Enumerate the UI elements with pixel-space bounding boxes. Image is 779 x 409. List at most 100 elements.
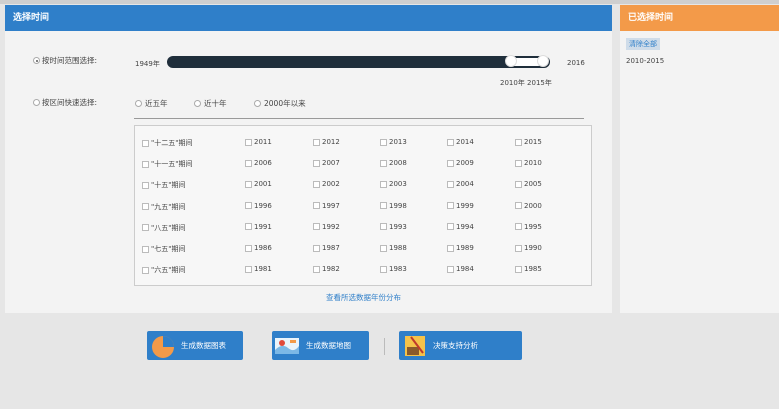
- quick-option-radio[interactable]: [194, 100, 201, 107]
- checkbox-box[interactable]: [142, 245, 149, 253]
- year-checkbox[interactable]: 2001: [245, 180, 272, 188]
- checkbox-box[interactable]: [515, 138, 522, 146]
- view-year-distribution-link[interactable]: 查看所选数据年份分布: [326, 292, 401, 303]
- year-checkbox[interactable]: 2014: [447, 138, 474, 146]
- period-checkbox[interactable]: "七五"期间: [142, 244, 185, 254]
- year-checkbox[interactable]: 2007: [313, 159, 340, 167]
- checkbox-box[interactable]: [313, 265, 320, 273]
- year-checkbox[interactable]: 1987: [313, 244, 340, 252]
- checkbox-box[interactable]: [447, 180, 454, 188]
- period-checkbox[interactable]: "十五"期间: [142, 180, 185, 190]
- year-checkbox[interactable]: 2011: [245, 138, 272, 146]
- year-checkbox[interactable]: 1992: [313, 223, 340, 231]
- generate-map-button[interactable]: 生成数据地图: [272, 331, 369, 360]
- year-checkbox[interactable]: 2008: [380, 159, 407, 167]
- year-checkbox[interactable]: 2010: [515, 159, 542, 167]
- year-checkbox[interactable]: 2013: [380, 138, 407, 146]
- checkbox-box[interactable]: [380, 265, 387, 273]
- quick-radio[interactable]: [33, 99, 40, 106]
- period-checkbox[interactable]: "八五"期间: [142, 223, 185, 233]
- checkbox-box[interactable]: [142, 266, 149, 274]
- checkbox-box[interactable]: [515, 265, 522, 273]
- year-checkbox[interactable]: 1981: [245, 265, 272, 273]
- year-checkbox[interactable]: 1982: [313, 265, 340, 273]
- checkbox-box[interactable]: [447, 265, 454, 273]
- year-checkbox[interactable]: 2002: [313, 180, 340, 188]
- checkbox-box[interactable]: [380, 138, 387, 146]
- checkbox-box[interactable]: [142, 160, 149, 168]
- range-select-row[interactable]: 按时间范围选择:: [33, 55, 97, 66]
- checkbox-box[interactable]: [313, 223, 320, 231]
- clear-all-button[interactable]: 清除全部: [626, 38, 660, 50]
- period-checkbox[interactable]: "九五"期间: [142, 202, 185, 212]
- checkbox-box[interactable]: [142, 203, 149, 211]
- checkbox-box[interactable]: [313, 244, 320, 252]
- year-checkbox[interactable]: 1999: [447, 202, 474, 210]
- quick-option-radio[interactable]: [135, 100, 142, 107]
- checkbox-box[interactable]: [142, 224, 149, 232]
- year-checkbox[interactable]: 1983: [380, 265, 407, 273]
- slider-start-handle[interactable]: [505, 55, 517, 67]
- checkbox-box[interactable]: [447, 223, 454, 231]
- quick-option-since-2000[interactable]: 2000年以来: [254, 98, 306, 109]
- year-checkbox[interactable]: 1989: [447, 244, 474, 252]
- checkbox-box[interactable]: [245, 159, 252, 167]
- checkbox-box[interactable]: [447, 202, 454, 210]
- year-checkbox[interactable]: 1997: [313, 202, 340, 210]
- checkbox-box[interactable]: [245, 202, 252, 210]
- year-checkbox[interactable]: 1993: [380, 223, 407, 231]
- year-checkbox[interactable]: 2003: [380, 180, 407, 188]
- year-checkbox[interactable]: 1998: [380, 202, 407, 210]
- quick-option-10y[interactable]: 近十年: [194, 98, 227, 109]
- year-checkbox[interactable]: 2005: [515, 180, 542, 188]
- checkbox-box[interactable]: [515, 159, 522, 167]
- quick-option-5y[interactable]: 近五年: [135, 98, 168, 109]
- checkbox-box[interactable]: [142, 139, 149, 147]
- checkbox-box[interactable]: [515, 244, 522, 252]
- year-checkbox[interactable]: 1984: [447, 265, 474, 273]
- checkbox-box[interactable]: [447, 159, 454, 167]
- checkbox-box[interactable]: [380, 244, 387, 252]
- year-checkbox[interactable]: 1994: [447, 223, 474, 231]
- year-checkbox[interactable]: 2004: [447, 180, 474, 188]
- range-radio[interactable]: [33, 57, 40, 64]
- year-checkbox[interactable]: 1990: [515, 244, 542, 252]
- checkbox-box[interactable]: [380, 180, 387, 188]
- year-checkbox[interactable]: 1995: [515, 223, 542, 231]
- checkbox-box[interactable]: [380, 223, 387, 231]
- slider-end-handle[interactable]: [537, 55, 549, 67]
- generate-chart-button[interactable]: 生成数据图表: [147, 331, 243, 360]
- year-checkbox[interactable]: 2009: [447, 159, 474, 167]
- checkbox-box[interactable]: [313, 138, 320, 146]
- year-checkbox[interactable]: 1985: [515, 265, 542, 273]
- year-checkbox[interactable]: 2000: [515, 202, 542, 210]
- checkbox-box[interactable]: [447, 138, 454, 146]
- checkbox-box[interactable]: [245, 265, 252, 273]
- checkbox-box[interactable]: [515, 223, 522, 231]
- checkbox-box[interactable]: [380, 159, 387, 167]
- checkbox-box[interactable]: [447, 244, 454, 252]
- period-checkbox[interactable]: "十一五"期间: [142, 159, 192, 169]
- year-checkbox[interactable]: 2015: [515, 138, 542, 146]
- checkbox-box[interactable]: [380, 202, 387, 210]
- quick-option-radio[interactable]: [254, 100, 261, 107]
- quick-select-row[interactable]: 按区间快速选择:: [33, 97, 97, 108]
- year-checkbox[interactable]: 2006: [245, 159, 272, 167]
- period-checkbox[interactable]: "六五"期间: [142, 265, 185, 275]
- decision-analysis-button[interactable]: 决策支持分析: [399, 331, 522, 360]
- checkbox-box[interactable]: [245, 223, 252, 231]
- checkbox-box[interactable]: [245, 138, 252, 146]
- checkbox-box[interactable]: [142, 181, 149, 189]
- checkbox-box[interactable]: [313, 159, 320, 167]
- checkbox-box[interactable]: [245, 180, 252, 188]
- period-checkbox[interactable]: "十二五"期间: [142, 138, 192, 148]
- checkbox-box[interactable]: [313, 180, 320, 188]
- year-checkbox[interactable]: 1986: [245, 244, 272, 252]
- checkbox-box[interactable]: [515, 202, 522, 210]
- checkbox-box[interactable]: [245, 244, 252, 252]
- checkbox-box[interactable]: [313, 202, 320, 210]
- year-checkbox[interactable]: 1991: [245, 223, 272, 231]
- year-slider-track[interactable]: [167, 56, 550, 68]
- year-checkbox[interactable]: 2012: [313, 138, 340, 146]
- checkbox-box[interactable]: [515, 180, 522, 188]
